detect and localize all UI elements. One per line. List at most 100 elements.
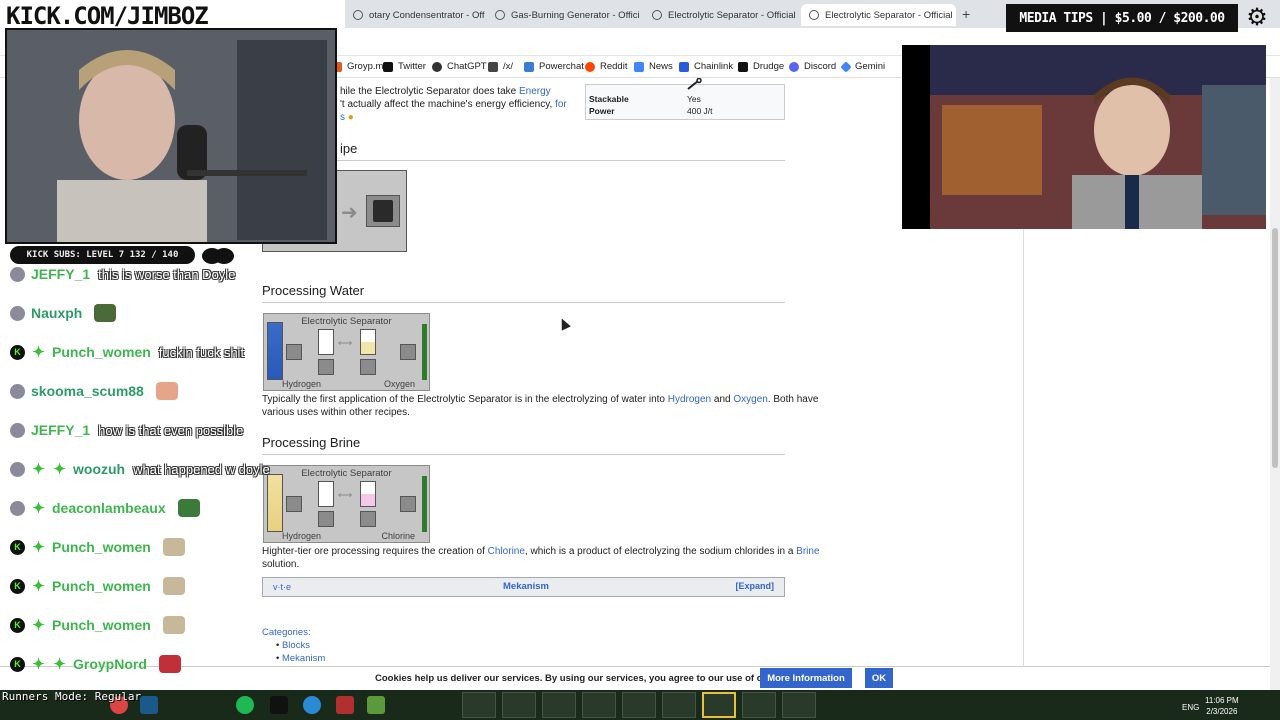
chat-message-text: this is worse than Doyle [98,266,236,282]
chat-username[interactable]: skooma_scum88 [31,383,144,399]
bookmark-drudge[interactable]: Drudge [738,61,784,72]
emote-icon [155,382,178,400]
scrollbar-thumb[interactable] [1272,228,1278,468]
subscriber-badge-icon: ✦ [32,539,45,556]
media-tips-goal: MEDIA TIPS | $5.00 / $200.00 [1006,4,1238,32]
chat-username[interactable]: Punch_women [52,578,151,594]
infobox-row-power: Power 400 J/t [589,106,713,116]
brine-paragraph-line-1: Highter-tier ore processing requires the… [262,546,820,557]
bookmark-gemini[interactable]: Gemini [840,60,885,73]
bookmark-news[interactable]: News [634,61,673,72]
person-silhouette-icon [7,30,335,242]
subscriber-badge-icon: ✦ [32,578,45,595]
app-icon[interactable] [336,696,354,714]
chat-message: K ✦ Punch_women [10,574,185,598]
navbox-title-link[interactable]: Mekanism [503,581,549,592]
slot [360,511,376,527]
chat-username[interactable]: Punch_women [52,344,151,360]
intro-line-1: hile the Electrolytic Separator does tak… [340,86,551,97]
subscriber-badge-icon: ✦ [32,500,45,517]
minecraft-icon[interactable] [367,696,385,714]
user-avatar-icon [10,266,25,282]
hotbar-slot [582,692,616,718]
water-paragraph-line-1: Typically the first application of the E… [262,394,819,405]
arrow-right-icon: ➜ [341,202,358,224]
browser-tab-2[interactable]: Gas-Burning Generator - Offici✕ [487,4,642,26]
browser-tab-3[interactable]: Electrolytic Separator - Official✕ [644,4,799,26]
bookmark-powerchat[interactable]: Powerchat [524,61,584,72]
grid-icon [488,61,498,72]
bookmark-discord[interactable]: Discord [789,61,836,72]
hydrogen-gauge [318,481,334,507]
bookmark-twitter[interactable]: Twitter [383,61,426,72]
globe-icon [495,10,505,20]
heading-divider [262,160,785,161]
reddit-icon [585,61,595,72]
stream-chat: JEFFY_1 this is worse than Doyle Nauxph K ✦ P… [0,262,300,682]
browser-tab-1[interactable]: otary Condensentrator - Offic✕ [345,4,485,26]
energy-bar [422,476,427,532]
new-tab-button[interactable]: + [962,6,970,22]
person-silhouette-icon [902,45,1266,229]
navbox-expand-button[interactable]: [Expand] [735,581,774,591]
emote-icon [177,499,200,517]
infobox: Stackable Yes Power 400 J/t [585,84,785,120]
subscriber-badge-icon: ✦ [32,344,45,361]
news-icon [634,61,644,72]
brine-link[interactable]: Brine [796,546,819,557]
chat-username[interactable]: GroypNord [73,656,147,672]
intro-line-2: 't actually affect the machine's energy … [340,99,567,110]
kick-badge-icon: K [10,344,25,360]
chlorine-link[interactable]: Chlorine [488,546,525,557]
emote-icon [162,577,185,595]
chat-username[interactable]: Punch_women [52,539,151,555]
chat-message: K ✦ Punch_women fuckin fuck shit [10,340,244,364]
cookie-ok-button[interactable]: OK [865,668,893,688]
chat-username[interactable]: deaconlambeaux [52,500,166,516]
system-clock[interactable]: 11:06 PM 2/3/2026 [1205,695,1239,717]
bookmark-reddit[interactable]: Reddit [585,61,627,72]
tab-title: Electrolytic Separator - Official [668,9,796,21]
spotify-icon[interactable] [236,696,254,714]
chat-username[interactable]: Nauxph [31,305,82,321]
language-indicator[interactable]: ENG [1182,703,1199,712]
hydrogen-link[interactable]: Hydrogen [668,394,711,405]
electrolytic-separator-block-icon [373,200,393,222]
chainlink-icon [679,61,689,72]
hotbar-slot [542,692,576,718]
browser-tab-active[interactable]: Electrolytic Separator - Official✕ [801,4,956,26]
oxygen-link[interactable]: Oxygen [733,394,767,405]
hotbar-slot [742,692,776,718]
output-slot [400,496,416,512]
bookmark-chainlink[interactable]: Chainlink [679,61,733,72]
bookmark-groyp[interactable]: Groyp.me [332,61,389,72]
chat-username[interactable]: JEFFY_1 [31,266,90,282]
chat-username[interactable]: Punch_women [52,617,151,633]
subscriber-badge-icon: ✦ [53,656,66,673]
gear-icon: ⚙ [1246,4,1268,31]
hotbar-slot [662,692,696,718]
energy-link[interactable]: Energy [519,86,551,97]
chat-message: K ✦ Punch_women [10,613,185,637]
for-link[interactable]: for [555,99,567,110]
streamer-webcam [5,28,337,244]
steam-icon[interactable] [140,696,158,714]
x-app-icon[interactable] [270,696,288,714]
infobox-row-stackable: Stackable Yes [589,94,701,104]
user-avatar-icon [10,500,25,516]
tab-title: Gas-Burning Generator - Offici [511,9,640,21]
wrench-icon [686,77,704,90]
tab-title: Electrolytic Separator - Official [825,9,953,21]
more-information-button[interactable]: More Information [760,668,852,688]
chat-username[interactable]: woozuh [73,461,125,477]
chat-username[interactable]: JEFFY_1 [31,422,90,438]
bookmark-x[interactable]: /x/ [488,61,513,72]
slot [318,359,334,375]
telegram-icon[interactable] [303,696,321,714]
chat-message: JEFFY_1 this is worse than Doyle [10,262,235,286]
subscriber-badge-icon: ✦ [32,617,45,634]
bookmark-chatgpt[interactable]: ChatGPT [432,61,487,72]
page-scrollbar[interactable] [1270,78,1280,690]
subscriber-badge-icon: ✦ [53,461,66,478]
cookie-notice-text: Cookies help us deliver our services. By… [375,673,795,684]
